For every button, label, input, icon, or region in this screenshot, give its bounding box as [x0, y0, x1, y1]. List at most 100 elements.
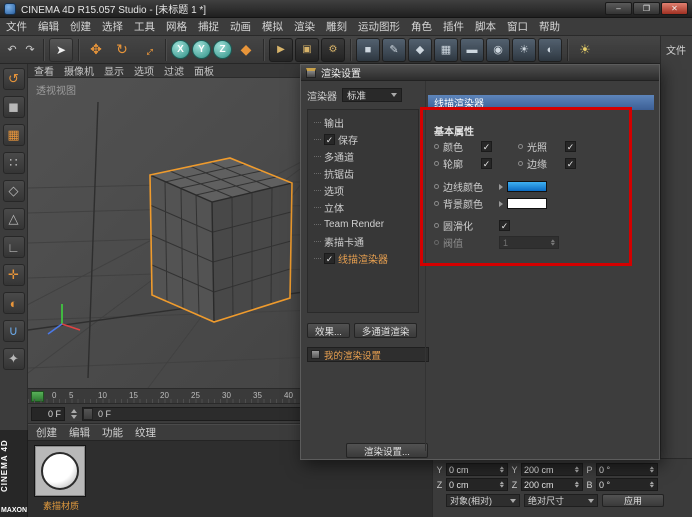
smoothing-checkbox[interactable]: ✓ — [499, 220, 510, 231]
menu-help[interactable]: 帮助 — [539, 19, 560, 34]
move-tool-icon[interactable]: ✥ — [84, 38, 108, 62]
undo-icon[interactable]: ↶ — [4, 38, 20, 62]
keyframe-dot[interactable] — [518, 144, 523, 149]
light-icon[interactable]: ☀ — [512, 38, 536, 62]
default-light-icon[interactable]: ☀ — [573, 38, 597, 62]
generators-icon[interactable]: ▦ — [434, 38, 458, 62]
threshold-field[interactable]: 1 — [499, 236, 559, 249]
background-color-swatch[interactable] — [507, 198, 547, 209]
menu-sculpt[interactable]: 雕刻 — [326, 19, 347, 34]
coord-size-z-field[interactable]: 200 cm — [521, 478, 583, 491]
vp-menu-panel[interactable]: 面板 — [194, 63, 214, 78]
close-button[interactable]: ✕ — [661, 2, 688, 15]
tree-item-team-render[interactable]: Team Render — [314, 216, 418, 233]
mat-menu-create[interactable]: 创建 — [36, 425, 57, 440]
polygons-mode-icon[interactable]: △ — [3, 208, 25, 230]
current-frame-field[interactable]: 0 F — [31, 407, 65, 421]
coord-size-mode-select[interactable]: 绝对尺寸 — [524, 494, 598, 507]
coord-rot-b-field[interactable]: 0 ° — [596, 478, 658, 491]
menu-window[interactable]: 窗口 — [507, 19, 528, 34]
coord-pos-y-field[interactable]: 0 cm — [446, 463, 508, 476]
keyframe-dot[interactable] — [434, 223, 439, 228]
sky-icon[interactable]: ◐ — [538, 38, 562, 62]
spline-pen-icon[interactable]: ✎ — [382, 38, 406, 62]
redo-icon[interactable]: ↷ — [22, 38, 38, 62]
menu-render[interactable]: 渲染 — [294, 19, 315, 34]
color-checkbox[interactable]: ✓ — [481, 141, 492, 152]
coord-rot-p-field[interactable]: 0 ° — [596, 463, 658, 476]
right-panel-file-menu[interactable]: 文件 — [661, 36, 692, 57]
apply-button[interactable]: 应用 — [602, 494, 664, 507]
tree-item-antialiasing[interactable]: 抗锯齿 — [314, 165, 418, 182]
vp-menu-filter[interactable]: 过滤 — [164, 63, 184, 78]
coord-size-y-field[interactable]: 200 cm — [521, 463, 583, 476]
minimize-button[interactable]: – — [605, 2, 632, 15]
render-settings-button[interactable]: 渲染设置... — [346, 443, 428, 458]
cel-renderer-checkbox[interactable]: ✓ — [324, 253, 335, 264]
camera-icon[interactable]: ◉ — [486, 38, 510, 62]
renderer-select[interactable]: 标准 — [342, 88, 402, 102]
enable-snap-icon[interactable]: ∪ — [3, 320, 25, 342]
menu-simulate[interactable]: 模拟 — [262, 19, 283, 34]
enable-axis-icon[interactable]: ✛ — [3, 264, 25, 286]
y-axis-lock-icon[interactable]: Y — [192, 40, 211, 59]
model-mode-icon[interactable]: ◼ — [3, 96, 25, 118]
menu-file[interactable]: 文件 — [6, 19, 27, 34]
vp-menu-options[interactable]: 选项 — [134, 63, 154, 78]
viewport-view-label[interactable]: 透视视图 — [36, 82, 76, 97]
expand-triangle-icon[interactable] — [499, 184, 503, 190]
x-axis-lock-icon[interactable]: X — [171, 40, 190, 59]
keyframe-dot[interactable] — [434, 161, 439, 166]
effect-button[interactable]: 效果... — [307, 323, 350, 338]
menu-tools[interactable]: 工具 — [134, 19, 155, 34]
keyframe-dot[interactable] — [434, 144, 439, 149]
tree-item-output[interactable]: 输出 — [314, 114, 418, 131]
vp-menu-cameras[interactable]: 摄像机 — [64, 63, 94, 78]
illumination-checkbox[interactable]: ✓ — [565, 141, 576, 152]
workplane-mode-icon[interactable]: ∟ — [3, 236, 25, 258]
expand-triangle-icon[interactable] — [499, 201, 503, 207]
edges-mode-icon[interactable]: ◇ — [3, 180, 25, 202]
tree-item-options[interactable]: 选项 — [314, 182, 418, 199]
mat-menu-edit[interactable]: 编辑 — [69, 425, 90, 440]
live-selection-icon[interactable]: ➤ — [49, 38, 73, 62]
coord-system-icon[interactable]: ◆ — [234, 38, 258, 62]
tree-item-save[interactable]: ✓保存 — [314, 131, 418, 148]
tree-item-cel-renderer[interactable]: ✓线描渲染器 — [314, 250, 418, 267]
material-name[interactable]: 素描材质 — [30, 499, 92, 512]
maximize-button[interactable]: ❐ — [633, 2, 660, 15]
mat-menu-function[interactable]: 功能 — [102, 425, 123, 440]
frame-stepper[interactable] — [69, 409, 78, 419]
subdivision-surface-icon[interactable]: ◆ — [408, 38, 432, 62]
render-view-icon[interactable]: ▶ — [269, 38, 293, 62]
z-axis-lock-icon[interactable]: Z — [213, 40, 232, 59]
viewport-solo-icon[interactable]: ◐ — [3, 292, 25, 314]
menu-select[interactable]: 选择 — [102, 19, 123, 34]
effect-header[interactable]: 线描渲染器 — [428, 95, 654, 110]
tree-item-stereoscopic[interactable]: 立体 — [314, 199, 418, 216]
outline-checkbox[interactable]: ✓ — [481, 158, 492, 169]
menu-mograph[interactable]: 运动图形 — [358, 19, 400, 34]
scale-tool-icon[interactable]: ↔ — [131, 33, 165, 67]
coord-mode-select[interactable]: 对象(相对) — [446, 494, 520, 507]
menu-plugins[interactable]: 插件 — [443, 19, 464, 34]
render-preset-row[interactable]: 我的渲染设置 — [307, 347, 429, 362]
points-mode-icon[interactable]: ∷ — [3, 152, 25, 174]
menu-character[interactable]: 角色 — [411, 19, 432, 34]
vp-menu-display[interactable]: 显示 — [104, 63, 124, 78]
menu-edit[interactable]: 编辑 — [38, 19, 59, 34]
tree-item-sketch-toon[interactable]: 素描卡通 — [314, 233, 418, 250]
coord-pos-z-field[interactable]: 0 cm — [446, 478, 508, 491]
keyframe-dot[interactable] — [518, 161, 523, 166]
render-picture-viewer-icon[interactable]: ▣ — [295, 38, 319, 62]
make-editable-icon[interactable]: ↺ — [3, 68, 25, 90]
menu-mesh[interactable]: 网格 — [166, 19, 187, 34]
menu-snap[interactable]: 捕捉 — [198, 19, 219, 34]
multipass-render-button[interactable]: 多通道渲染 — [354, 323, 418, 338]
edges-checkbox[interactable]: ✓ — [565, 158, 576, 169]
dialog-titlebar[interactable]: 渲染设置 — [301, 65, 659, 81]
save-checkbox[interactable]: ✓ — [324, 134, 335, 145]
texture-mode-icon[interactable]: ▦ — [3, 124, 25, 146]
mat-menu-texture[interactable]: 纹理 — [135, 425, 156, 440]
lock-icon[interactable]: ✦ — [3, 348, 25, 370]
